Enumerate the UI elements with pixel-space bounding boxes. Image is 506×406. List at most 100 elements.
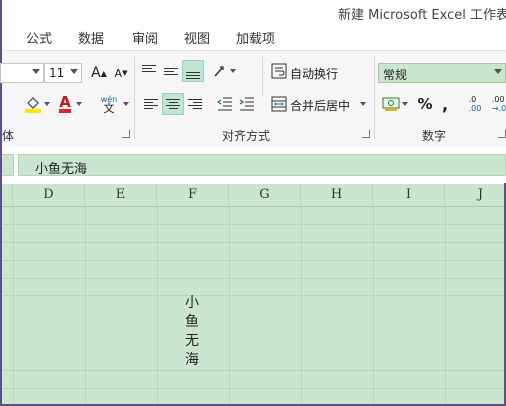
accounting-icon bbox=[382, 97, 400, 111]
decrease-decimal-button[interactable]: .00 →.0 bbox=[488, 93, 506, 115]
tab-addins[interactable]: 加载项 bbox=[236, 28, 275, 47]
cell-char: 小 bbox=[185, 295, 199, 311]
grid-line bbox=[445, 206, 446, 404]
column-header-g[interactable]: G bbox=[229, 184, 301, 206]
merge-cells-icon bbox=[271, 96, 287, 112]
text-orientation-icon bbox=[214, 66, 236, 77]
title-bar: 新建 Microsoft Excel 工作表.x bbox=[2, 0, 506, 24]
column-header-d[interactable]: D bbox=[13, 184, 85, 206]
tab-review[interactable]: 审阅 bbox=[132, 28, 158, 47]
font-color-icon: A bbox=[59, 93, 71, 113]
phonetic-guide-button[interactable]: wén 文 bbox=[96, 93, 122, 115]
phonetic-dropdown[interactable] bbox=[123, 102, 129, 106]
grid-line bbox=[301, 206, 302, 404]
number-dialog-launcher[interactable] bbox=[498, 130, 506, 138]
worksheet-grid[interactable]: D E F G H I J 小 鱼 无 海 bbox=[2, 184, 504, 404]
accounting-dropdown[interactable] bbox=[402, 102, 408, 106]
font-color-dropdown[interactable] bbox=[76, 102, 82, 106]
font-color-button[interactable]: A bbox=[54, 93, 76, 115]
column-header-c[interactable] bbox=[2, 184, 13, 206]
formula-bar: 小鱼无海 bbox=[2, 147, 506, 183]
group-separator bbox=[134, 57, 135, 139]
grow-font-button[interactable]: A ▲ bbox=[88, 62, 110, 84]
cell-char: 无 bbox=[185, 333, 199, 349]
grid-line bbox=[2, 260, 504, 261]
group-label-font: 体 bbox=[2, 129, 15, 143]
shrink-font-button[interactable]: A ▼ bbox=[110, 62, 132, 84]
group-separator bbox=[262, 57, 263, 97]
grid-line bbox=[2, 295, 504, 296]
column-header-i[interactable]: I bbox=[373, 184, 445, 206]
ribbon-home: 11 A ▲ A ▼ A wén 文 体 自动换行 合并后居中 对齐方式 常规 … bbox=[0, 50, 506, 148]
comma-icon: , bbox=[441, 94, 449, 114]
decrease-indent-icon bbox=[217, 97, 232, 111]
column-header-e[interactable]: E bbox=[85, 184, 157, 206]
phonetic-char: 文 bbox=[103, 102, 115, 115]
font-dialog-launcher[interactable] bbox=[122, 130, 130, 138]
merge-center-dropdown[interactable] bbox=[360, 102, 366, 106]
grid-line bbox=[85, 206, 86, 404]
grid-line bbox=[2, 224, 504, 225]
name-box[interactable] bbox=[2, 154, 14, 176]
chevron-down-icon bbox=[494, 69, 502, 74]
increase-decimal-icon: .0 .00 bbox=[469, 95, 482, 113]
align-middle-button[interactable] bbox=[160, 60, 182, 82]
column-header-f[interactable]: F bbox=[157, 184, 229, 206]
window-title: 新建 Microsoft Excel 工作表.x bbox=[338, 8, 506, 23]
increase-indent-button[interactable] bbox=[236, 93, 258, 115]
cell-char: 鱼 bbox=[185, 314, 199, 330]
column-header-h[interactable]: H bbox=[301, 184, 373, 206]
decrease-decimal-top: .00 bbox=[491, 95, 505, 104]
align-left-button[interactable] bbox=[140, 93, 162, 115]
grid-line bbox=[2, 388, 504, 389]
font-size-combo[interactable]: 11 bbox=[44, 63, 82, 83]
tab-formulas[interactable]: 公式 bbox=[26, 28, 52, 47]
increase-indent-icon bbox=[239, 97, 254, 111]
increase-decimal-top: .0 bbox=[468, 95, 477, 104]
align-top-icon bbox=[142, 64, 156, 72]
paint-bucket-icon bbox=[25, 97, 41, 113]
font-name-combo[interactable] bbox=[0, 63, 44, 83]
decrease-indent-button[interactable] bbox=[214, 93, 236, 115]
percent-icon: % bbox=[417, 95, 433, 113]
cell-f-vertical-text[interactable]: 小 鱼 无 海 bbox=[184, 294, 200, 370]
accounting-format-button[interactable] bbox=[380, 93, 402, 115]
grid-line bbox=[2, 242, 504, 243]
number-format-value: 常规 bbox=[383, 68, 408, 82]
alignment-dialog-launcher[interactable] bbox=[362, 130, 370, 138]
chevron-down-icon bbox=[70, 69, 78, 74]
tab-view[interactable]: 视图 bbox=[184, 28, 210, 47]
decrease-decimal-icon: .00 →.0 bbox=[492, 95, 506, 113]
ribbon-tabs: 公式 数据 审阅 视图 加载项 bbox=[2, 24, 506, 50]
align-right-icon bbox=[188, 99, 202, 109]
comma-style-button[interactable]: , bbox=[434, 93, 456, 115]
orientation-button[interactable] bbox=[210, 60, 240, 82]
merge-center-icon-button[interactable] bbox=[268, 93, 290, 115]
grid-line bbox=[13, 206, 14, 404]
merge-center-button[interactable]: 合并后居中 bbox=[290, 97, 350, 114]
grid-line bbox=[373, 206, 374, 404]
wrap-text-button[interactable]: 自动换行 bbox=[290, 65, 338, 82]
group-label-number: 数字 bbox=[422, 129, 447, 143]
align-bottom-button[interactable] bbox=[182, 60, 204, 82]
increase-decimal-button[interactable]: .0 .00 bbox=[464, 93, 486, 115]
align-center-button[interactable] bbox=[162, 93, 184, 115]
wrap-text-icon bbox=[271, 63, 287, 79]
column-header-row: D E F G H I J bbox=[2, 184, 504, 207]
number-format-combo[interactable]: 常规 bbox=[378, 63, 506, 83]
fill-color-dropdown[interactable] bbox=[44, 102, 50, 106]
column-header-j[interactable]: J bbox=[445, 184, 504, 206]
chevron-down-icon bbox=[32, 69, 40, 74]
grid-line bbox=[157, 206, 158, 404]
grow-font-icon: A bbox=[91, 65, 101, 81]
percent-style-button[interactable]: % bbox=[414, 93, 436, 115]
fill-color-button[interactable] bbox=[22, 93, 44, 115]
wrap-text-icon-button[interactable] bbox=[268, 60, 290, 82]
align-top-button[interactable] bbox=[138, 60, 160, 82]
align-left-icon bbox=[144, 99, 158, 109]
tab-data[interactable]: 数据 bbox=[78, 28, 104, 47]
grid-line bbox=[229, 206, 230, 404]
grid-line bbox=[2, 278, 504, 279]
formula-input[interactable]: 小鱼无海 bbox=[18, 154, 506, 177]
align-right-button[interactable] bbox=[184, 93, 206, 115]
